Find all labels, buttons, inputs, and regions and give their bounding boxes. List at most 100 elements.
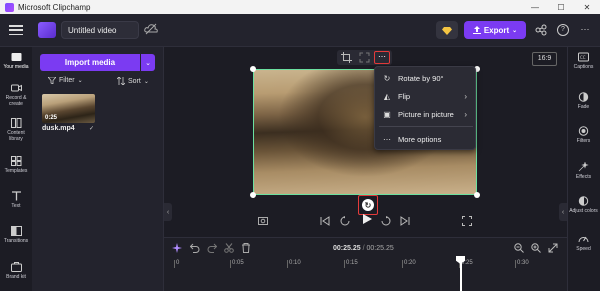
zoom-in-icon[interactable]	[531, 243, 541, 253]
aspect-ratio-button[interactable]: 16:9	[532, 52, 557, 66]
fullscreen-icon[interactable]	[462, 216, 472, 226]
prop-fade[interactable]: Fade	[567, 92, 600, 110]
maximize-button[interactable]: ☐	[548, 0, 574, 14]
more-menu-icon[interactable]: ⋯	[578, 22, 592, 36]
text-icon	[11, 191, 21, 201]
collapse-right-panel-button[interactable]: ‹	[559, 203, 567, 221]
chevron-down-icon: ⌄	[512, 27, 518, 34]
play-icon[interactable]	[361, 213, 373, 225]
crop-icon[interactable]	[341, 52, 352, 63]
project-icon	[38, 22, 56, 38]
menu-item-picture-in-picture[interactable]: ▣ Picture in picture ›	[375, 105, 475, 123]
skip-back-icon[interactable]	[320, 216, 330, 226]
sort-button[interactable]: Sort ⌄	[117, 77, 149, 85]
nav-record-create[interactable]: Record & create	[0, 83, 32, 107]
resize-handle-top-left[interactable]	[250, 66, 256, 72]
chevron-down-icon: ⌄	[143, 78, 149, 85]
prop-adjust-colors[interactable]: Adjust colors	[567, 196, 600, 214]
delete-icon[interactable]	[241, 243, 251, 253]
import-dropdown-button[interactable]: ⌄	[141, 54, 155, 71]
premium-button[interactable]	[436, 21, 458, 39]
more-options-button[interactable]: ⋯	[374, 51, 390, 64]
media-thumbnail[interactable]: 0:25	[42, 94, 95, 123]
project-name-input[interactable]: Untitled video	[61, 21, 139, 39]
rotate-icon: ↻	[383, 73, 391, 83]
more-options-menu: ↻ Rotate by 90° ◭ Flip › ▣ Picture in pi…	[374, 66, 476, 150]
export-label: Export	[483, 25, 510, 35]
timecode: 00:25.25 / 00:25.25	[333, 245, 394, 252]
filter-icon	[48, 77, 56, 84]
captions-icon: CC	[578, 52, 589, 62]
templates-icon	[10, 156, 21, 166]
chevron-down-icon: ⌄	[77, 78, 83, 84]
undo-icon[interactable]	[190, 243, 200, 253]
nav-transitions[interactable]: Transitions	[0, 226, 32, 244]
timeline-ruler[interactable]: 0 0:05 0:10 0:15 0:20 0:25 0:30	[172, 258, 567, 270]
ruler-tick: 0:10	[287, 260, 301, 268]
ruler-tick: 0:20	[402, 260, 416, 268]
menu-item-more-options[interactable]: ⋯ More options	[375, 130, 475, 148]
flip-icon: ◭	[383, 91, 391, 101]
prop-effects[interactable]: Effects	[567, 162, 600, 180]
skip-forward-icon[interactable]	[400, 216, 410, 226]
menu-item-flip[interactable]: ◭ Flip ›	[375, 87, 475, 105]
media-icon	[11, 53, 21, 61]
hamburger-menu-icon[interactable]	[8, 23, 24, 37]
menu-divider	[379, 126, 473, 127]
window-controls: — ☐ ✕	[522, 0, 600, 14]
collapse-left-panel-button[interactable]: ‹	[164, 203, 172, 221]
time-separator: /	[362, 245, 365, 252]
menu-item-label: Flip	[398, 91, 411, 101]
diamond-icon	[442, 26, 452, 35]
svg-text:CC: CC	[580, 55, 586, 60]
share-icon[interactable]	[535, 24, 547, 36]
expand-timeline-icon[interactable]	[548, 243, 558, 253]
nav-your-media[interactable]: Your media	[0, 52, 32, 70]
library-icon	[10, 118, 21, 128]
forward-5-icon[interactable]	[381, 216, 391, 226]
ruler-tick: 0:05	[230, 260, 244, 268]
rotate-handle[interactable]: ↻	[358, 195, 378, 215]
nav-content-library[interactable]: Content library	[0, 118, 32, 142]
redo-icon[interactable]	[207, 243, 217, 253]
zoom-out-icon[interactable]	[514, 243, 524, 253]
ruler-tick: 0:15	[344, 260, 358, 268]
nav-brand-kit[interactable]: Brand kit	[0, 262, 32, 280]
prop-speed[interactable]: Speed	[567, 234, 600, 252]
current-time: 00:25.25	[333, 245, 361, 252]
sort-label: Sort	[128, 77, 141, 85]
checkmark-icon: ✓	[89, 126, 95, 132]
fit-icon[interactable]	[359, 52, 370, 63]
close-window-button[interactable]: ✕	[574, 0, 600, 14]
prop-captions[interactable]: CC Captions	[567, 52, 600, 70]
screenshot-icon[interactable]	[258, 216, 268, 226]
transitions-icon	[10, 226, 22, 236]
total-time: 00:25.25	[366, 245, 394, 252]
nav-templates[interactable]: Templates	[0, 156, 32, 174]
resize-handle-bottom-right[interactable]	[474, 192, 480, 198]
resize-handle-bottom-left[interactable]	[250, 192, 256, 198]
split-icon[interactable]	[224, 243, 234, 253]
adjust-colors-icon	[578, 196, 589, 206]
import-media-button[interactable]: Import media	[40, 54, 140, 71]
cloud-sync-icon[interactable]	[144, 23, 158, 35]
prop-filters[interactable]: Filters	[567, 126, 600, 144]
rewind-5-icon[interactable]	[340, 216, 350, 226]
magic-icon[interactable]	[172, 243, 182, 253]
effects-icon	[578, 162, 589, 172]
export-button[interactable]: Export ⌄	[464, 21, 526, 39]
filter-button[interactable]: Filter ⌄	[48, 77, 83, 84]
filters-icon	[578, 126, 589, 136]
minimize-button[interactable]: —	[522, 0, 548, 14]
rotate-icon: ↻	[362, 199, 374, 211]
ruler-tick: 0:30	[515, 260, 529, 268]
menu-item-rotate[interactable]: ↻ Rotate by 90°	[375, 69, 475, 87]
menu-item-label: Rotate by 90°	[398, 73, 444, 83]
brand-kit-icon	[10, 262, 22, 272]
speed-icon	[578, 236, 589, 243]
record-icon	[10, 84, 22, 92]
nav-text[interactable]: Text	[0, 191, 32, 209]
editor-topbar: Untitled video Export ⌄ ? ⋯	[0, 14, 600, 47]
help-icon[interactable]: ?	[557, 24, 569, 36]
filter-label: Filter	[59, 77, 75, 84]
